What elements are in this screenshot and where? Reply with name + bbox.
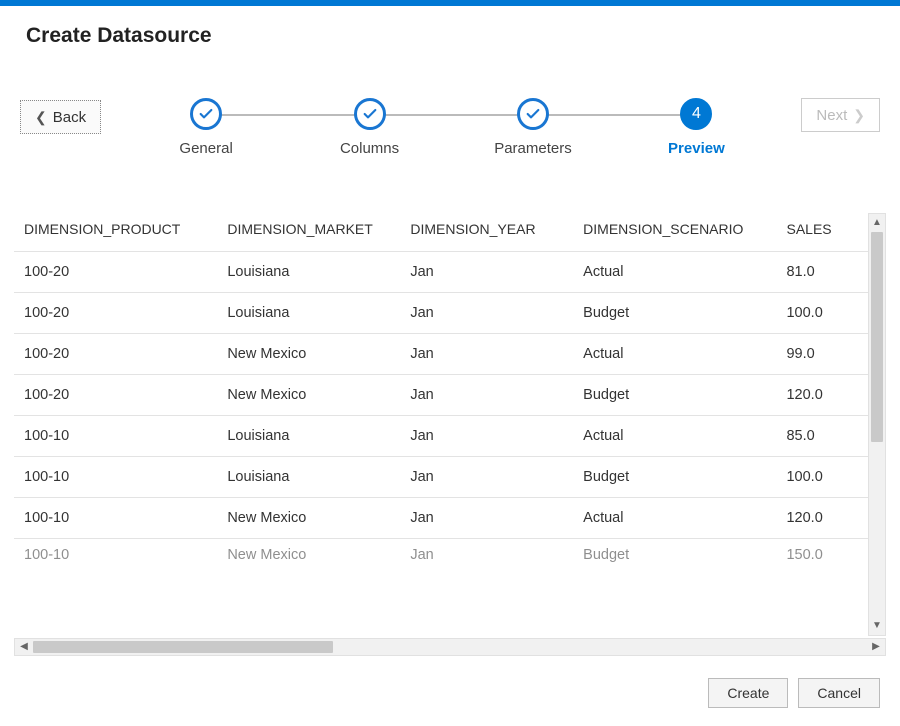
col-header-scenario[interactable]: DIMENSION_SCENARIO <box>573 213 776 252</box>
table-body: 100-20LouisianaJanActual81.0100-20Louisi… <box>14 252 868 564</box>
scroll-down-icon[interactable]: ▼ <box>869 617 885 635</box>
back-button[interactable]: ❮ Back <box>20 100 101 134</box>
cell-scenario: Actual <box>573 498 776 539</box>
cell-market: New Mexico <box>217 539 400 564</box>
check-icon <box>517 98 549 130</box>
scroll-right-icon[interactable]: ▶ <box>867 639 885 655</box>
cell-year: Jan <box>400 416 573 457</box>
vertical-scrollbar[interactable]: ▲ ▼ <box>868 213 886 636</box>
col-header-year[interactable]: DIMENSION_YEAR <box>400 213 573 252</box>
cell-product: 100-20 <box>14 375 217 416</box>
horizontal-scrollbar[interactable]: ◀ ▶ <box>14 638 886 656</box>
table-row[interactable]: 100-10LouisianaJanActual85.0 <box>14 416 868 457</box>
cell-market: Louisiana <box>217 457 400 498</box>
step-parameters[interactable]: Parameters <box>458 98 608 157</box>
table-header-row: DIMENSION_PRODUCT DIMENSION_MARKET DIMEN… <box>14 213 868 252</box>
table-row[interactable]: 100-10New MexicoJanActual120.0 <box>14 498 868 539</box>
scroll-thumb[interactable] <box>33 641 333 653</box>
current-step-number: 4 <box>680 98 712 130</box>
cell-sales: 85.0 <box>776 416 868 457</box>
cell-market: New Mexico <box>217 375 400 416</box>
dialog-header: Create Datasource <box>0 6 900 58</box>
cell-year: Jan <box>400 252 573 293</box>
step-preview[interactable]: 4 Preview <box>621 98 771 157</box>
step-label: General <box>179 140 232 157</box>
step-label: Preview <box>668 140 725 157</box>
cell-product: 100-10 <box>14 498 217 539</box>
cell-scenario: Actual <box>573 252 776 293</box>
check-icon <box>190 98 222 130</box>
table-row[interactable]: 100-20New MexicoJanBudget120.0 <box>14 375 868 416</box>
check-icon <box>354 98 386 130</box>
cell-sales: 81.0 <box>776 252 868 293</box>
step-label: Parameters <box>494 140 572 157</box>
cell-sales: 100.0 <box>776 293 868 334</box>
cell-year: Jan <box>400 375 573 416</box>
chevron-left-icon: ❮ <box>35 109 47 126</box>
cell-product: 100-20 <box>14 293 217 334</box>
col-header-product[interactable]: DIMENSION_PRODUCT <box>14 213 217 252</box>
cell-scenario: Budget <box>573 457 776 498</box>
cell-year: Jan <box>400 539 573 564</box>
col-header-sales[interactable]: SALES <box>776 213 868 252</box>
cancel-button[interactable]: Cancel <box>798 678 880 708</box>
table-row[interactable]: 100-20New MexicoJanActual99.0 <box>14 334 868 375</box>
cell-sales: 120.0 <box>776 498 868 539</box>
cell-market: New Mexico <box>217 498 400 539</box>
dialog-footer: Create Cancel <box>0 656 900 726</box>
cell-scenario: Budget <box>573 375 776 416</box>
dialog-create-datasource: Create Datasource ❮ Back General Columns <box>0 0 900 726</box>
scroll-up-icon[interactable]: ▲ <box>869 214 885 232</box>
cell-year: Jan <box>400 293 573 334</box>
cell-year: Jan <box>400 457 573 498</box>
table-row[interactable]: 100-10LouisianaJanBudget100.0 <box>14 457 868 498</box>
next-button-label: Next <box>816 107 847 124</box>
cell-sales: 99.0 <box>776 334 868 375</box>
cell-sales: 150.0 <box>776 539 868 564</box>
back-button-label: Back <box>53 109 86 126</box>
cell-scenario: Actual <box>573 334 776 375</box>
preview-table-viewport: DIMENSION_PRODUCT DIMENSION_MARKET DIMEN… <box>14 213 868 636</box>
cell-scenario: Budget <box>573 539 776 564</box>
cell-product: 100-10 <box>14 416 217 457</box>
stepper: General Columns Parameters 4 Preview <box>131 98 771 157</box>
cell-market: Louisiana <box>217 252 400 293</box>
create-button[interactable]: Create <box>708 678 788 708</box>
cell-product: 100-20 <box>14 334 217 375</box>
cell-year: Jan <box>400 498 573 539</box>
cell-sales: 100.0 <box>776 457 868 498</box>
cell-market: New Mexico <box>217 334 400 375</box>
cell-scenario: Budget <box>573 293 776 334</box>
preview-table-wrapper: DIMENSION_PRODUCT DIMENSION_MARKET DIMEN… <box>14 213 886 656</box>
step-general[interactable]: General <box>131 98 281 157</box>
next-button: Next ❯ <box>801 98 880 132</box>
table-row[interactable]: 100-20LouisianaJanBudget100.0 <box>14 293 868 334</box>
cell-scenario: Actual <box>573 416 776 457</box>
cell-product: 100-10 <box>14 457 217 498</box>
cell-sales: 120.0 <box>776 375 868 416</box>
table-row[interactable]: 100-10New MexicoJanBudget150.0 <box>14 539 868 564</box>
scroll-left-icon[interactable]: ◀ <box>15 639 33 655</box>
cell-product: 100-20 <box>14 252 217 293</box>
table-row[interactable]: 100-20LouisianaJanActual81.0 <box>14 252 868 293</box>
preview-table: DIMENSION_PRODUCT DIMENSION_MARKET DIMEN… <box>14 213 868 563</box>
cell-market: Louisiana <box>217 293 400 334</box>
cell-year: Jan <box>400 334 573 375</box>
page-title: Create Datasource <box>26 24 874 48</box>
cell-market: Louisiana <box>217 416 400 457</box>
col-header-market[interactable]: DIMENSION_MARKET <box>217 213 400 252</box>
wizard-nav: ❮ Back General Columns Para <box>0 98 900 157</box>
scroll-thumb[interactable] <box>871 232 883 442</box>
cell-product: 100-10 <box>14 539 217 564</box>
step-columns[interactable]: Columns <box>295 98 445 157</box>
chevron-right-icon: ❯ <box>853 107 865 124</box>
step-label: Columns <box>340 140 399 157</box>
